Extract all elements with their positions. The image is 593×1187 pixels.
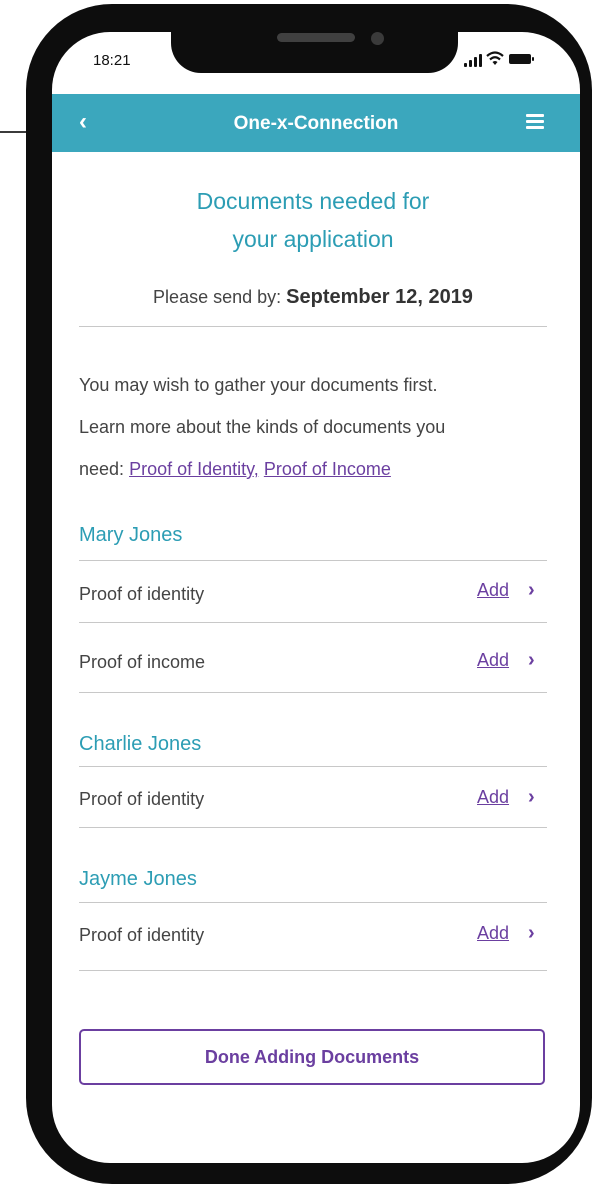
add-proof-of-identity-link[interactable]: Add	[477, 580, 509, 601]
speaker-grille	[277, 33, 355, 42]
send-by-date: September 12, 2019	[286, 286, 473, 308]
intro-line2: Learn more about the kinds of documents …	[79, 417, 446, 437]
chevron-right-icon[interactable]: ›	[528, 786, 535, 809]
header-divider	[79, 326, 547, 327]
intro-line3-prefix: need:	[79, 459, 125, 479]
wifi-icon	[486, 51, 504, 65]
done-adding-documents-button[interactable]: Done Adding Documents	[79, 1029, 545, 1085]
doc-label: Proof of identity	[79, 925, 205, 945]
battery-icon	[509, 54, 534, 64]
chevron-right-icon[interactable]: ›	[528, 922, 535, 945]
proof-of-identity-link[interactable]: Proof of Identity	[129, 459, 254, 479]
status-icons	[464, 51, 564, 69]
doc-label: Proof of identity	[79, 584, 205, 604]
intro-text: You may wish to gather your documents fi…	[79, 364, 547, 490]
section-divider	[79, 766, 547, 767]
navigation-bar: ‹ One-x-Connection	[52, 94, 580, 152]
camera-icon	[371, 32, 384, 45]
proof-of-income-link[interactable]: Proof of Income	[264, 459, 391, 479]
doc-label: Proof of identity	[79, 789, 205, 809]
add-proof-of-identity-link[interactable]: Add	[477, 787, 509, 808]
add-proof-of-income-link[interactable]: Add	[477, 650, 509, 671]
row-divider	[79, 827, 547, 828]
chevron-right-icon[interactable]: ›	[528, 579, 535, 602]
send-by-text: Please send by: September 12, 2019	[79, 286, 547, 309]
page-title-line2: your application	[232, 226, 394, 252]
add-proof-of-identity-link[interactable]: Add	[477, 923, 509, 944]
nav-title: One-x-Connection	[233, 113, 399, 134]
status-time: 18:21	[93, 52, 131, 69]
chevron-right-icon[interactable]: ›	[528, 649, 535, 672]
intro-line1: You may wish to gather your documents fi…	[79, 375, 438, 395]
page-title-line1: Documents needed for	[196, 188, 430, 214]
person-name: Jayme Jones	[79, 868, 197, 890]
send-by-label: Please send by:	[153, 287, 282, 307]
hamburger-menu-icon[interactable]	[526, 114, 546, 130]
section-divider	[79, 560, 547, 561]
doc-label: Proof of income	[79, 652, 206, 672]
intro-line3: need: Proof of Identity, Proof of Income	[79, 448, 547, 490]
link-separator: ,	[253, 459, 259, 479]
signal-icon	[464, 51, 482, 69]
person-name: Mary Jones	[79, 524, 183, 546]
row-divider	[79, 622, 547, 623]
row-divider	[79, 970, 547, 971]
person-name: Charlie Jones	[79, 733, 202, 755]
row-divider	[79, 692, 547, 693]
section-divider	[79, 902, 547, 903]
